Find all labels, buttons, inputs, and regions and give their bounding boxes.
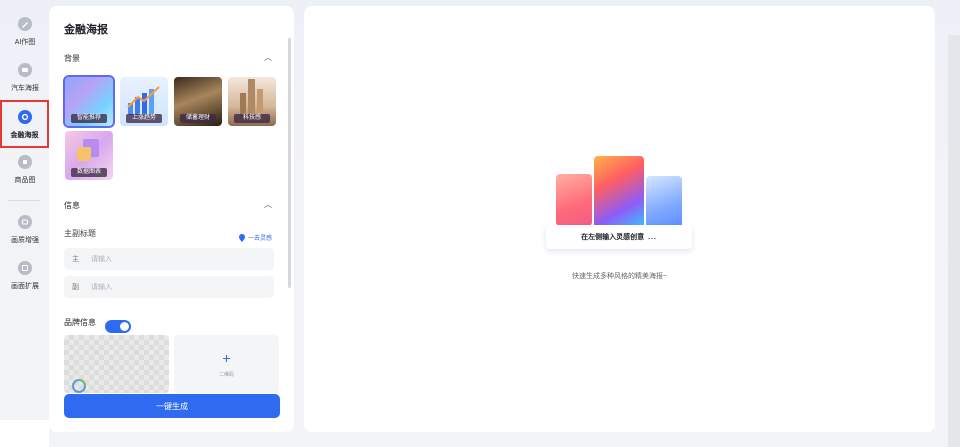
poster-illustration-right <box>646 176 682 228</box>
data-card-icon <box>77 139 99 161</box>
generate-button[interactable]: 一键生成 <box>64 394 280 418</box>
main-title-placeholder: 请输入 <box>91 256 112 263</box>
brand-info-toggle[interactable] <box>105 320 131 333</box>
plus-icon: + <box>222 349 231 366</box>
qr-upload-label: 二维码 <box>218 371 234 378</box>
rail-item-image-expand[interactable]: 画面扩展 <box>3 258 47 298</box>
car-poster-icon <box>18 63 32 77</box>
rail-item-product-image[interactable]: 商品图 <box>3 152 47 192</box>
empty-state-hint: 在左侧输入灵感创意 ... <box>546 225 692 249</box>
sub-title-prefix: 副 <box>72 284 79 291</box>
thumb-label: 数据图表 <box>71 168 107 177</box>
brand-info-label: 品牌信息 <box>64 318 96 327</box>
quality-enhance-icon <box>18 215 32 229</box>
main-title-prefix: 主 <box>72 256 79 263</box>
rail-item-label: 画质增强 <box>11 237 39 244</box>
rail-item-ai-drawing[interactable]: AI作图 <box>3 14 47 54</box>
thumb-label: 智能推荐 <box>71 114 107 123</box>
empty-state-dots: ... <box>648 233 657 241</box>
poster-illustration-center <box>594 156 644 228</box>
panel-scrollbar[interactable] <box>288 38 291 288</box>
rail-divider <box>8 200 40 201</box>
rail-item-label: 汽车海报 <box>11 85 39 92</box>
bg-thumb-savings[interactable]: 储蓄理财 <box>174 77 222 126</box>
ai-drawing-icon <box>18 17 32 31</box>
info-section-title: 信息 <box>64 201 80 210</box>
building-icon <box>240 79 263 119</box>
qr-upload-button[interactable]: + 二维码 <box>174 335 279 393</box>
rail-item-label: 画面扩展 <box>11 283 39 290</box>
inspire-link-label: 一去灵感 <box>247 236 272 242</box>
logo-upload-preview[interactable] <box>64 335 169 393</box>
panel-title: 金融海报 <box>64 24 108 36</box>
inspire-link[interactable]: 一去灵感 <box>238 233 272 242</box>
rail-item-finance-poster[interactable]: 金融海报 <box>0 100 49 148</box>
empty-state-subtitle: 快速生成多种风格的精美海报~ <box>571 273 668 280</box>
thumb-label: 科技感 <box>234 114 270 123</box>
sub-title-input[interactable]: 副 请输入 <box>64 276 274 298</box>
sub-title-placeholder: 请输入 <box>91 284 112 291</box>
background-section-title: 背景 <box>64 54 80 63</box>
rail-item-car-poster[interactable]: 汽车海报 <box>3 60 47 100</box>
chevron-up-icon[interactable]: ︿ <box>264 199 272 210</box>
config-panel: 金融海报 背景 ︿ 智能推荐 上涨趋势 储蓄理财 科技感 数据图表 信息 ︿ 主… <box>49 6 294 432</box>
bg-thumb-smart[interactable]: 智能推荐 <box>63 75 115 128</box>
left-rail: AI作图 汽车海报 金融海报 商品图 画质增强 画面扩展 <box>0 0 49 447</box>
image-expand-icon <box>18 261 32 275</box>
bar-chart-icon <box>127 86 160 115</box>
rail-footer <box>0 420 49 447</box>
rail-item-label: 金融海报 <box>10 132 39 139</box>
product-image-icon <box>18 155 32 169</box>
location-pin-icon <box>238 233 245 242</box>
logo-watermark-icon <box>72 379 86 393</box>
title-field-label: 主副标题 <box>64 229 96 238</box>
rail-item-quality-enhance[interactable]: 画质增强 <box>3 212 47 252</box>
rail-item-label: 商品图 <box>14 177 36 184</box>
finance-poster-icon <box>17 110 32 124</box>
bg-thumb-uptrend[interactable]: 上涨趋势 <box>120 77 168 126</box>
empty-state-hint-text: 在左侧输入灵感创意 <box>581 234 645 241</box>
chevron-up-icon[interactable]: ︿ <box>264 52 272 63</box>
main-title-input[interactable]: 主 请输入 <box>64 248 274 270</box>
rail-item-label: AI作图 <box>14 39 36 46</box>
toggle-knob <box>120 322 129 331</box>
bg-thumb-datachart[interactable]: 数据图表 <box>65 131 113 180</box>
thumb-label: 储蓄理财 <box>180 114 216 123</box>
preview-canvas: 在左侧输入灵感创意 ... 快速生成多种风格的精美海报~ <box>304 6 935 432</box>
window-scrollbar[interactable] <box>948 35 960 447</box>
thumb-label: 上涨趋势 <box>126 114 162 123</box>
poster-illustration-left <box>556 174 592 226</box>
bg-thumb-tech[interactable]: 科技感 <box>228 77 276 126</box>
